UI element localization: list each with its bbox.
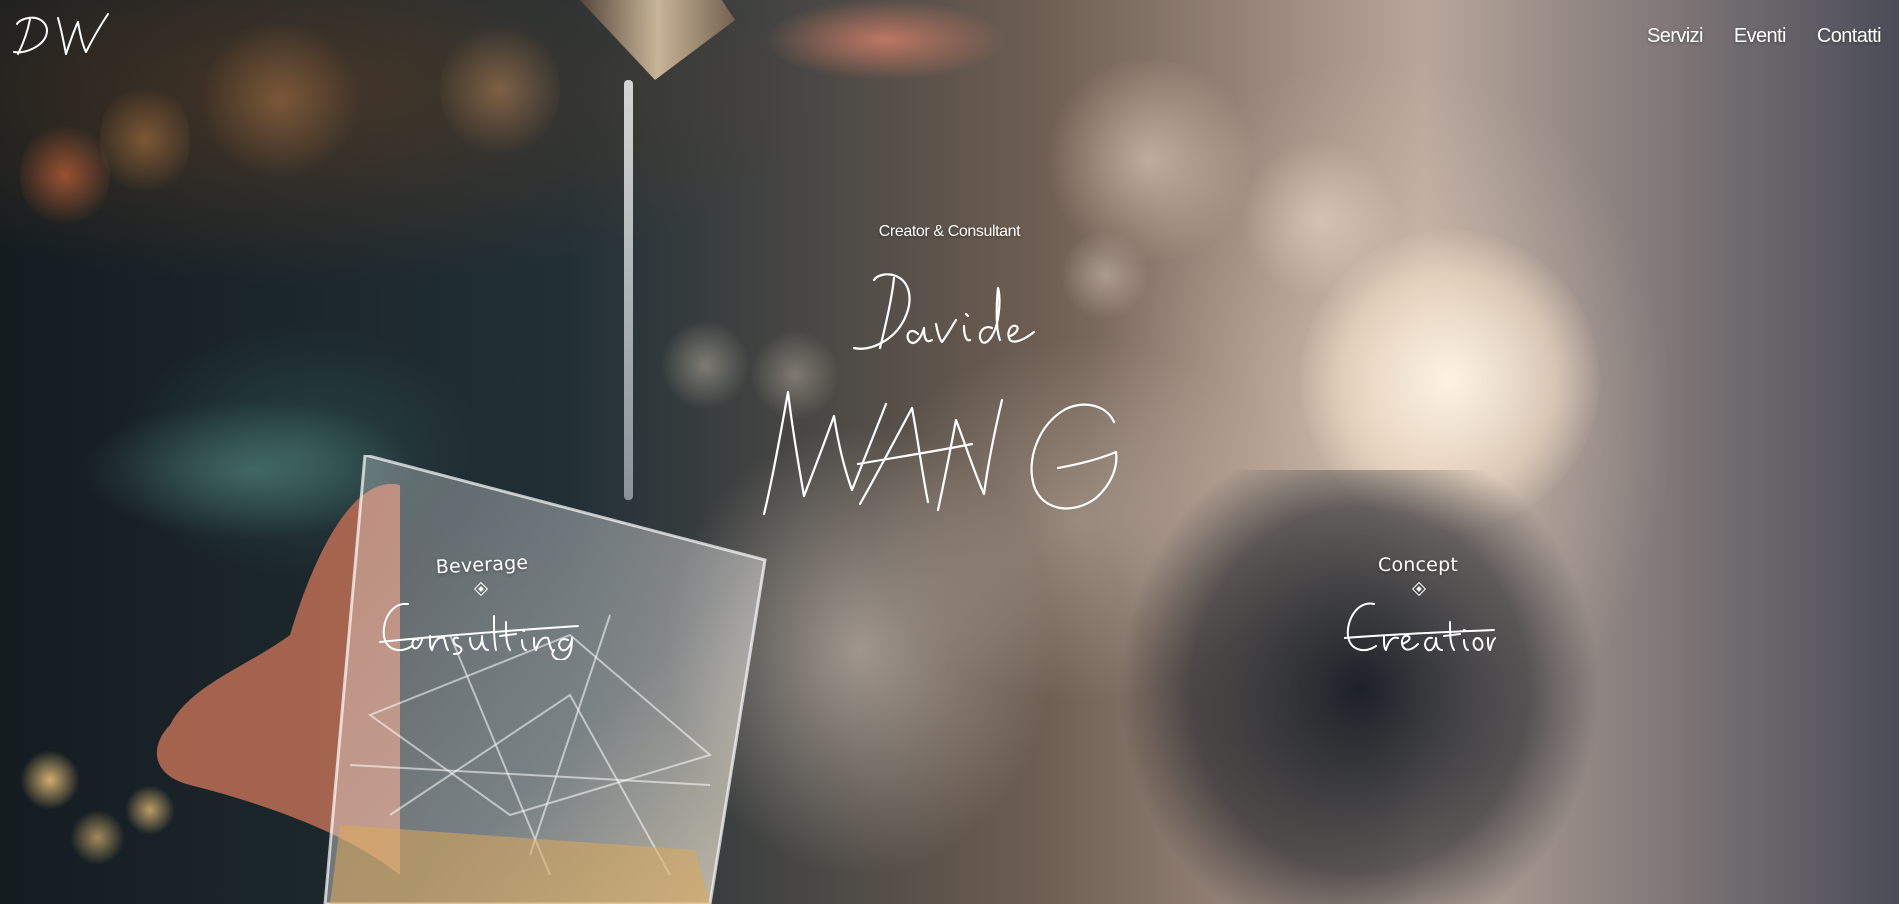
nav-link-eventi[interactable]: Eventi [1734, 25, 1787, 48]
first-name-script [852, 273, 1036, 350]
service-creation-script[interactable] [1344, 596, 1496, 656]
main-nav: Servizi Eventi Contatti [1647, 25, 1882, 48]
service-consulting-script[interactable] [378, 596, 582, 660]
nav-link-contatti[interactable]: Contatti [1817, 25, 1882, 48]
last-name-script [762, 390, 1118, 516]
hero-subtitle: Creator & Consultant [878, 223, 1021, 240]
nav-link-servizi[interactable]: Servizi [1647, 25, 1703, 48]
signature-logo-icon[interactable] [8, 8, 112, 62]
service-concept-label[interactable]: Concept [1350, 554, 1486, 576]
